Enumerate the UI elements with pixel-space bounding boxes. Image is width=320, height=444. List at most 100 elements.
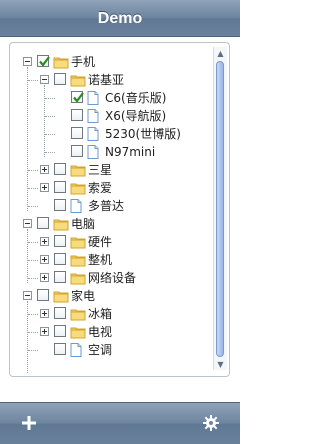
vertical-scrollbar[interactable]: ▲ ▼ xyxy=(213,47,227,370)
settings-button[interactable] xyxy=(198,410,224,436)
node-checkbox[interactable] xyxy=(54,199,66,211)
folder-icon xyxy=(70,324,86,339)
tree-connector xyxy=(28,314,38,315)
node-label: X6(导航版) xyxy=(105,109,167,123)
document-icon xyxy=(70,342,86,357)
collapse-icon[interactable] xyxy=(23,57,32,66)
phone-branch-line xyxy=(27,67,28,211)
node-checkbox[interactable] xyxy=(54,73,66,85)
app-window: Demo 手机诺基亚 C6(音乐版) X6(导航版) 5230(世博版) N97mini… xyxy=(0,0,240,444)
tree-connector xyxy=(28,188,38,189)
tree-node[interactable]: 电视 xyxy=(10,323,208,341)
expand-icon[interactable] xyxy=(40,255,49,264)
node-label: 网络设备 xyxy=(88,271,137,285)
document-icon xyxy=(87,90,103,105)
tree-node[interactable]: 5230(世博版) xyxy=(10,125,208,143)
tree-connector xyxy=(45,134,55,135)
expand-icon[interactable] xyxy=(40,183,49,192)
tree-connector xyxy=(28,80,38,81)
tree-node[interactable]: 多普达 xyxy=(10,197,208,215)
expand-icon[interactable] xyxy=(40,309,49,318)
node-checkbox[interactable] xyxy=(37,289,49,301)
node-checkbox[interactable] xyxy=(71,91,84,103)
tree-node[interactable]: 冰箱 xyxy=(10,305,208,323)
tree-node[interactable]: 索爱 xyxy=(10,179,208,197)
folder-icon xyxy=(70,162,86,177)
tree-node[interactable]: C6(音乐版) xyxy=(10,89,208,107)
node-label: 电视 xyxy=(88,325,113,339)
node-checkbox[interactable] xyxy=(54,307,66,319)
node-label: 多普达 xyxy=(88,199,125,213)
tree-connector xyxy=(45,152,55,153)
node-checkbox[interactable] xyxy=(54,343,66,355)
collapse-icon[interactable] xyxy=(23,291,32,300)
tree-connector xyxy=(45,116,55,117)
node-checkbox[interactable] xyxy=(54,271,66,283)
node-label: 手机 xyxy=(71,55,96,69)
expand-icon[interactable] xyxy=(40,327,49,336)
node-checkbox[interactable] xyxy=(71,145,83,157)
plus-icon xyxy=(22,416,36,430)
node-checkbox[interactable] xyxy=(71,127,83,139)
tree-node[interactable]: 硬件 xyxy=(10,233,208,251)
scroll-up-icon[interactable]: ▲ xyxy=(214,47,227,59)
tree-node[interactable]: 家电 xyxy=(10,287,208,305)
expand-icon[interactable] xyxy=(40,273,49,282)
tree-connector xyxy=(28,332,38,333)
tree-node[interactable]: 手机 xyxy=(10,53,208,71)
tree-node[interactable]: 空调 xyxy=(10,341,208,359)
collapse-icon[interactable] xyxy=(40,75,49,84)
node-label: 电脑 xyxy=(71,217,96,231)
node-label: 索爱 xyxy=(88,181,113,195)
node-checkbox[interactable] xyxy=(37,217,49,229)
tree-connector xyxy=(28,170,38,171)
node-label: 三星 xyxy=(88,163,113,177)
expand-icon[interactable] xyxy=(40,165,49,174)
node-label: 空调 xyxy=(88,343,113,357)
node-checkbox[interactable] xyxy=(54,253,66,265)
tree-node[interactable]: 三星 xyxy=(10,161,208,179)
folder-icon xyxy=(70,180,86,195)
folder-icon xyxy=(70,306,86,321)
tree-node[interactable]: X6(导航版) xyxy=(10,107,208,125)
document-icon xyxy=(70,198,86,213)
folder-icon xyxy=(70,270,86,285)
node-checkbox[interactable] xyxy=(71,109,83,121)
node-checkbox[interactable] xyxy=(54,325,66,337)
node-label: 硬件 xyxy=(88,235,113,249)
folder-open-icon xyxy=(53,216,69,231)
tree-connector xyxy=(28,350,38,351)
scroll-thumb[interactable] xyxy=(216,61,224,357)
tree-node[interactable]: 整机 xyxy=(10,251,208,269)
expand-icon[interactable] xyxy=(40,237,49,246)
tree-node[interactable]: N97mini xyxy=(10,143,208,161)
node-label: N97mini xyxy=(105,145,156,159)
tree-connector xyxy=(28,242,38,243)
collapse-icon[interactable] xyxy=(23,219,32,228)
node-label: 整机 xyxy=(88,253,113,267)
node-checkbox[interactable] xyxy=(54,181,66,193)
folder-open-icon xyxy=(53,54,69,69)
node-checkbox[interactable] xyxy=(54,163,66,175)
tree-node[interactable]: 网络设备 xyxy=(10,269,208,287)
bottom-toolbar xyxy=(0,402,240,444)
tree-view: 手机诺基亚 C6(音乐版) X6(导航版) 5230(世博版) N97mini 三星索爱多… xyxy=(10,43,208,376)
tree-connector xyxy=(45,98,55,99)
node-checkbox[interactable] xyxy=(54,235,66,247)
scroll-down-icon[interactable]: ▼ xyxy=(214,358,227,370)
tree-node[interactable]: 电脑 xyxy=(10,215,208,233)
node-checkbox[interactable] xyxy=(37,55,50,67)
computer-branch-line xyxy=(27,229,28,283)
tree-node[interactable]: 诺基亚 xyxy=(10,71,208,89)
node-label: C6(音乐版) xyxy=(105,91,167,105)
folder-open-icon xyxy=(53,288,69,303)
folder-open-icon xyxy=(70,72,86,87)
tree-connector xyxy=(28,260,38,261)
app-title: Demo xyxy=(97,10,143,27)
add-button[interactable] xyxy=(16,410,42,436)
gear-icon xyxy=(203,415,219,431)
appliance-branch-line xyxy=(27,301,28,373)
tree-connector xyxy=(28,206,38,207)
nokia-branch-line xyxy=(44,85,45,157)
document-icon xyxy=(87,108,103,123)
